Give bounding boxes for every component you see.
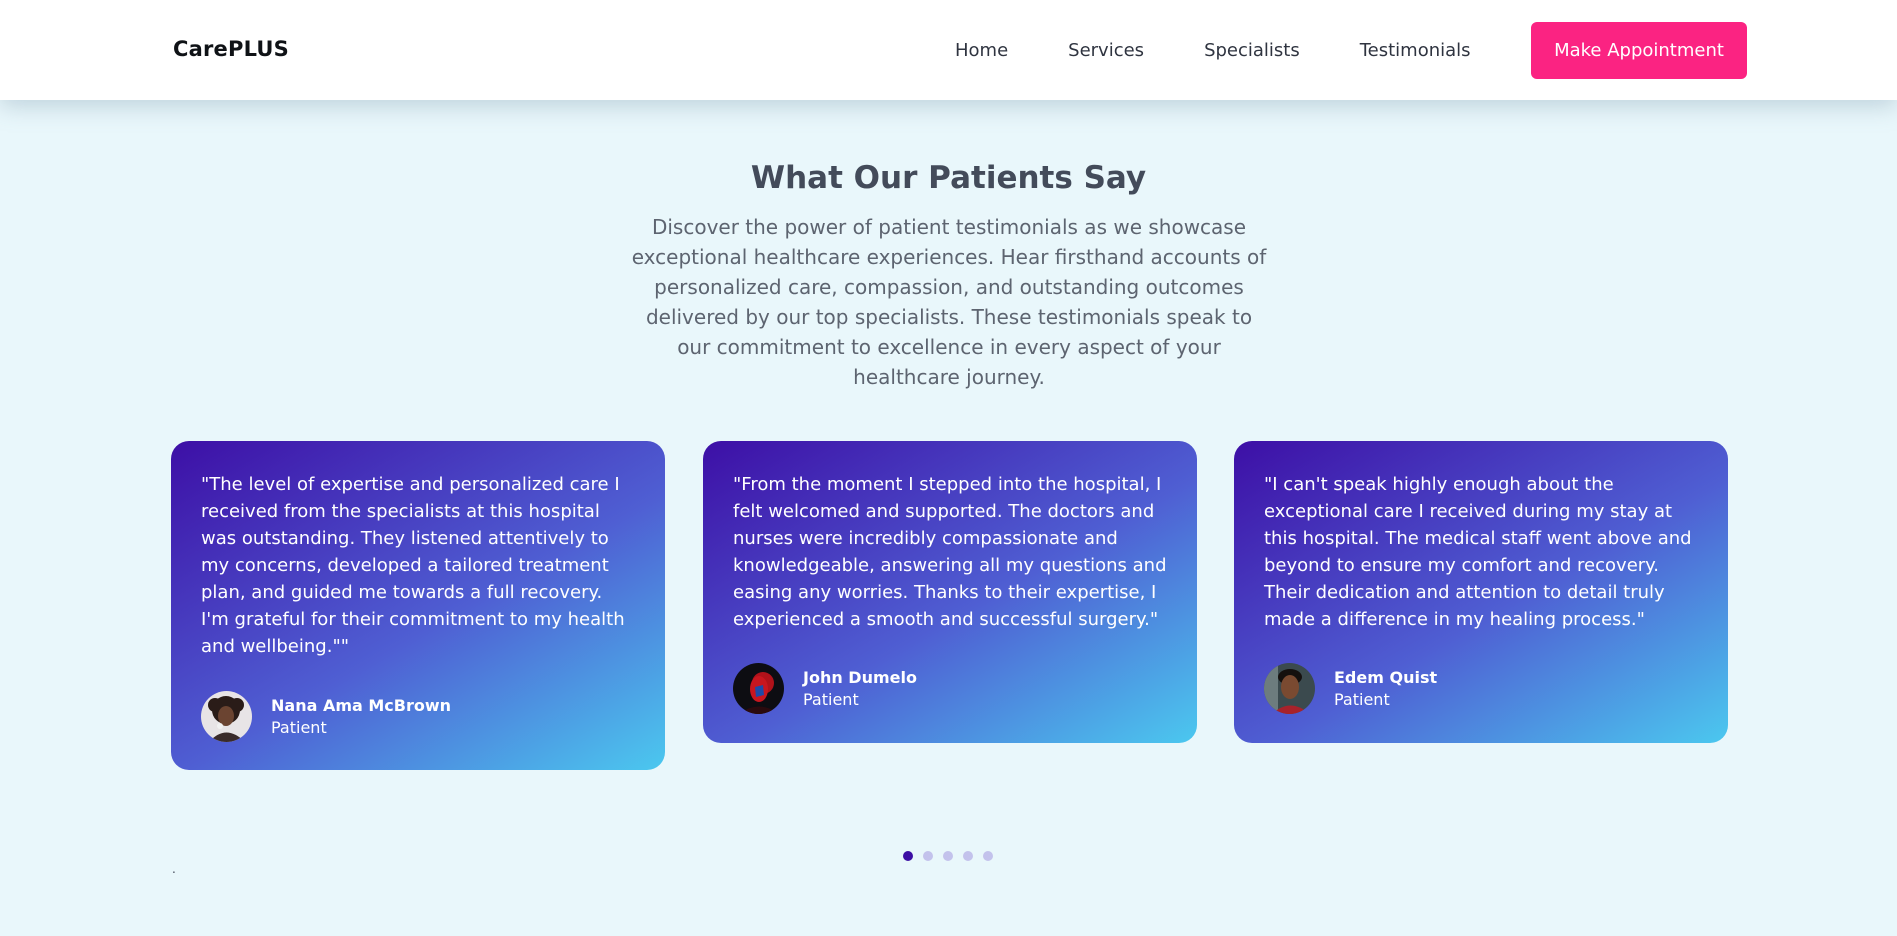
footer-mark: . [172,862,176,876]
nav-link-specialists[interactable]: Specialists [1204,40,1300,61]
carousel-dot-1[interactable] [903,851,913,861]
site-header: CarePLUS Home Services Specialists Testi… [0,0,1897,100]
section-title: What Our Patients Say [750,160,1147,196]
avatar [1264,663,1315,714]
make-appointment-button[interactable]: Make Appointment [1531,22,1747,79]
author-name: Nana Ama McBrown [271,695,452,715]
nav-link-services[interactable]: Services [1068,40,1144,61]
carousel-dot-2[interactable] [923,851,933,861]
carousel-pagination [903,851,993,861]
testimonial-card: "The level of expertise and personalized… [171,441,665,770]
nav-link-testimonials[interactable]: Testimonials [1360,40,1471,61]
author-role: Patient [271,717,327,737]
testimonial-quote: "The level of expertise and personalized… [201,474,625,657]
brand-logo[interactable]: CarePLUS [173,37,289,61]
author-role: Patient [803,689,859,709]
author-name: Edem Quist [1334,667,1438,687]
testimonial-quote: "From the moment I stepped into the hosp… [733,474,1167,630]
author-role: Patient [1334,689,1390,709]
carousel-dot-4[interactable] [963,851,973,861]
avatar-photo-woman-icon [201,691,252,742]
avatar [201,691,252,742]
avatar-photo-man-icon [1264,663,1315,714]
author-name: John Dumelo [803,667,917,687]
avatar-photo-man-red-icon [733,663,784,714]
nav-link-home[interactable]: Home [955,40,1008,61]
testimonial-author: Edem Quist Patient [1264,663,1437,714]
testimonial-quote: "I can't speak highly enough about the e… [1264,474,1692,630]
section-description: Discover the power of patient testimonia… [631,215,1267,389]
avatar [733,663,784,714]
testimonial-card: "From the moment I stepped into the hosp… [703,441,1197,743]
carousel-dot-3[interactable] [943,851,953,861]
testimonial-author: Nana Ama McBrown Patient [201,691,451,742]
carousel-dot-5[interactable] [983,851,993,861]
testimonial-card: "I can't speak highly enough about the e… [1234,441,1728,743]
testimonial-author: John Dumelo Patient [733,663,917,714]
main-nav: Home Services Specialists Testimonials [955,40,1471,61]
